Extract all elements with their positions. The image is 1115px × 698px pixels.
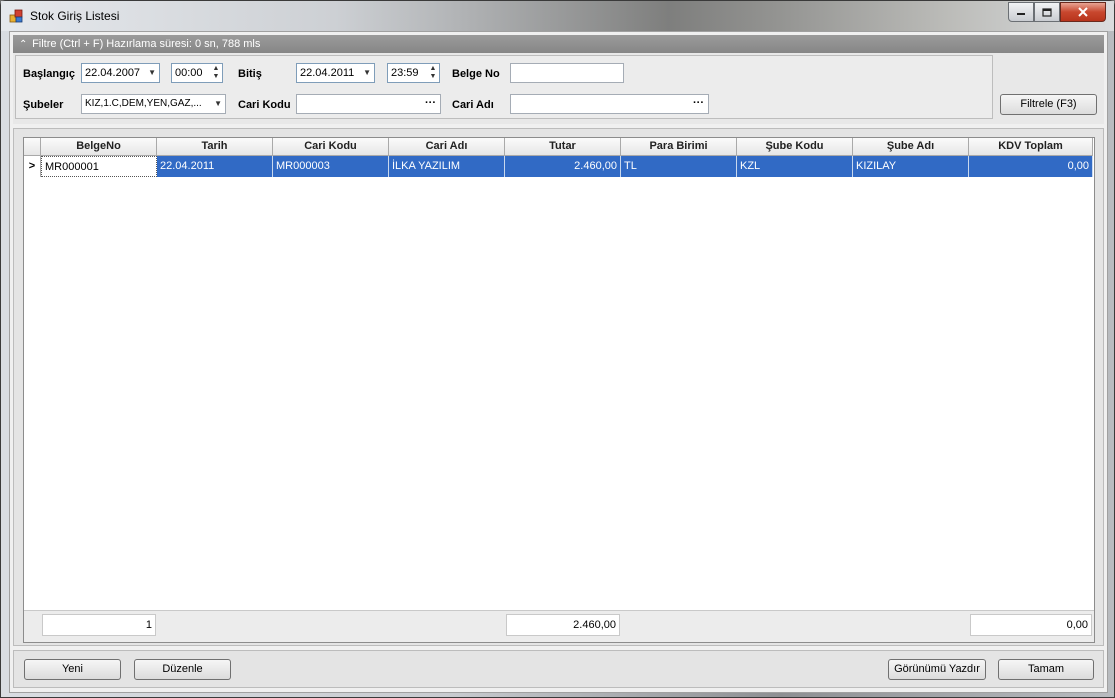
bitis-label: Bitiş — [238, 68, 262, 80]
title-bar[interactable]: Stok Giriş Listesi — [1, 1, 1114, 31]
grid-panel: BelgeNo Tarih Cari Kodu Cari Adı Tutar P… — [13, 128, 1104, 646]
baslangic-time-spinner[interactable]: 00:00 ▲ ▼ — [171, 63, 223, 83]
summary-tutar-total: 2.460,00 — [506, 614, 620, 636]
cell-tutar[interactable]: 2.460,00 — [505, 156, 621, 177]
close-icon — [1078, 7, 1088, 17]
grid-header-row: BelgeNo Tarih Cari Kodu Cari Adı Tutar P… — [24, 138, 1093, 156]
stock-entry-grid[interactable]: BelgeNo Tarih Cari Kodu Cari Adı Tutar P… — [23, 137, 1095, 643]
filter-collapse-header[interactable]: ⌃ Filtre (Ctrl + F) Hazırlama süresi: 0 … — [13, 35, 1104, 53]
chevron-up-icon: ⌃ — [19, 39, 28, 50]
col-header-sube-kodu[interactable]: Şube Kodu — [737, 138, 853, 156]
cell-kdv-toplam[interactable]: 0,00 — [969, 156, 1093, 177]
minimize-icon — [1017, 13, 1025, 15]
chevron-down-icon: ▼ — [363, 68, 371, 77]
filter-fields-group: Başlangıç 22.04.2007 ▼ 00:00 ▲ ▼ Bitiş 22… — [15, 55, 993, 119]
cari-adi-lookup[interactable]: ··· — [510, 94, 709, 114]
col-header-belgeno[interactable]: BelgeNo — [41, 138, 157, 156]
col-header-kdv-toplam[interactable]: KDV Toplam — [969, 138, 1093, 156]
belge-no-label: Belge No — [452, 68, 500, 80]
belge-no-input[interactable] — [510, 63, 624, 83]
gorunumu-yazdir-button[interactable]: Görünümü Yazdır — [888, 659, 986, 680]
main-window: Stok Giriş Listesi ⌃ Filtre (Ctrl + F) H… — [0, 0, 1115, 698]
baslangic-date-picker[interactable]: 22.04.2007 ▼ — [81, 63, 160, 83]
subeler-multiselect[interactable]: KIZ,1.C,DEM,YEN,GAZ,... ▼ — [81, 94, 226, 114]
baslangic-date-value: 22.04.2007 — [85, 67, 141, 79]
tamam-button[interactable]: Tamam — [998, 659, 1094, 680]
subeler-label: Şubeler — [23, 99, 64, 111]
grid-summary-footer: 1 2.460,00 0,00 — [24, 610, 1094, 642]
bottom-button-bar: Yeni Düzenle Görünümü Yazdır Tamam — [13, 650, 1104, 688]
col-header-cari-kodu[interactable]: Cari Kodu — [273, 138, 389, 156]
minimize-button[interactable] — [1008, 2, 1034, 22]
table-row[interactable]: > MR000001 22.04.2011 MR000003 İLKA YAZI… — [24, 156, 1093, 177]
cell-cari-adi[interactable]: İLKA YAZILIM — [389, 156, 505, 177]
spinner-arrows-icon[interactable]: ▲ ▼ — [211, 65, 221, 81]
row-indicator-icon: > — [24, 156, 41, 177]
bitis-time-spinner[interactable]: 23:59 ▲ ▼ — [387, 63, 440, 83]
cell-belgeno[interactable]: MR000001 — [41, 156, 157, 177]
cell-sube-adi[interactable]: KIZILAY — [853, 156, 969, 177]
ellipsis-icon[interactable]: ··· — [425, 95, 436, 112]
cell-tarih[interactable]: 22.04.2011 — [157, 156, 273, 177]
summary-kdv-total: 0,00 — [970, 614, 1092, 636]
col-header-tarih[interactable]: Tarih — [157, 138, 273, 156]
app-icon — [9, 9, 23, 23]
cell-cari-kodu[interactable]: MR000003 — [273, 156, 389, 177]
bitis-date-picker[interactable]: 22.04.2011 ▼ — [296, 63, 375, 83]
ellipsis-icon[interactable]: ··· — [693, 95, 704, 112]
chevron-down-icon: ▼ — [214, 99, 222, 108]
col-header-cari-adi[interactable]: Cari Adı — [389, 138, 505, 156]
filter-panel: Başlangıç 22.04.2007 ▼ 00:00 ▲ ▼ Bitiş 22… — [13, 53, 1104, 124]
cari-kodu-label: Cari Kodu — [238, 99, 291, 111]
filter-header-text: Filtre (Ctrl + F) Hazırlama süresi: 0 sn… — [32, 38, 261, 50]
yeni-button[interactable]: Yeni — [24, 659, 121, 680]
window-title: Stok Giriş Listesi — [30, 9, 120, 23]
bitis-date-value: 22.04.2011 — [300, 67, 355, 79]
baslangic-time-value: 00:00 — [175, 67, 203, 79]
col-header-tutar[interactable]: Tutar — [505, 138, 621, 156]
cari-kodu-lookup[interactable]: ··· — [296, 94, 441, 114]
subeler-value: KIZ,1.C,DEM,YEN,GAZ,... — [85, 98, 202, 109]
close-button[interactable] — [1060, 2, 1106, 22]
bitis-time-value: 23:59 — [391, 67, 419, 79]
grid-header-indicator — [24, 138, 41, 156]
cell-sube-kodu[interactable]: KZL — [737, 156, 853, 177]
duzenle-button[interactable]: Düzenle — [134, 659, 231, 680]
form-client-area: ⌃ Filtre (Ctrl + F) Hazırlama süresi: 0 … — [9, 31, 1108, 693]
maximize-icon — [1042, 7, 1052, 17]
filtrele-button[interactable]: Filtrele (F3) — [1000, 94, 1097, 115]
col-header-sube-adi[interactable]: Şube Adı — [853, 138, 969, 156]
cell-para-birimi[interactable]: TL — [621, 156, 737, 177]
baslangic-label: Başlangıç — [23, 68, 75, 80]
spinner-arrows-icon[interactable]: ▲ ▼ — [428, 65, 438, 81]
cari-adi-label: Cari Adı — [452, 99, 494, 111]
maximize-button[interactable] — [1034, 2, 1060, 22]
summary-count: 1 — [42, 614, 156, 636]
col-header-para-birimi[interactable]: Para Birimi — [621, 138, 737, 156]
chevron-down-icon: ▼ — [148, 68, 156, 77]
